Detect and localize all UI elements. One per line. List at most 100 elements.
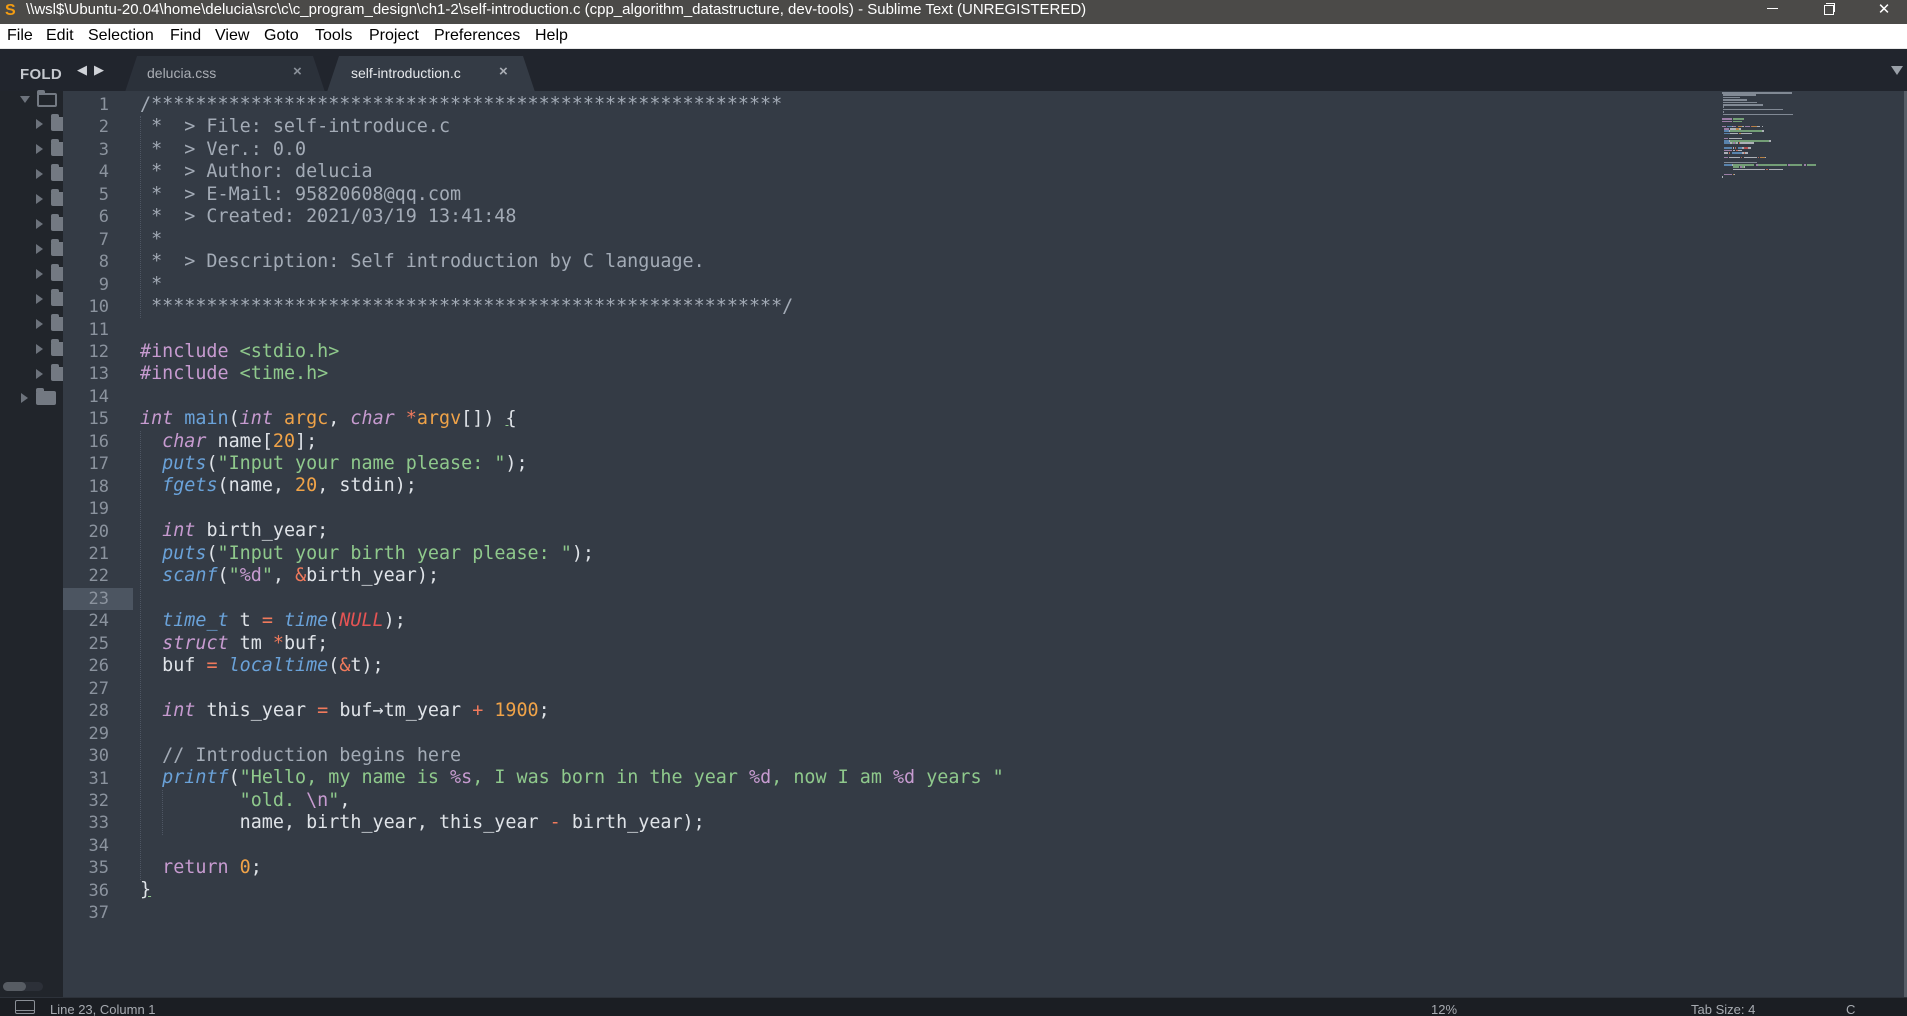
menu-file[interactable]: File [7,27,33,45]
nav-back-icon[interactable]: ◀ [77,62,87,78]
collapse-arrow-icon[interactable] [36,269,43,279]
code-token: time_t [162,610,229,632]
menu-find[interactable]: Find [170,27,201,45]
collapse-arrow-icon[interactable] [36,294,43,304]
line-number: 15 [88,409,109,430]
minimize-button[interactable] [1749,0,1795,24]
code-line: int main(int argc, char *argv[]) { [140,408,1004,430]
minimap-mark [1740,142,1755,144]
code-token: <stdio.h> [239,340,340,362]
minimap-mark [1732,164,1755,166]
code-line: return 0; [140,857,1004,879]
minimap[interactable] [1722,92,1842,182]
minimap-mark [1736,142,1738,144]
tab-delucia-css[interactable]: delucia.css × [125,56,325,92]
code-token: 1900 [494,699,539,721]
line-number: 28 [88,701,109,722]
code-line: * > Author: delucia [140,161,1004,183]
line-number: 23 [88,588,109,609]
minimap-mark [1732,147,1734,149]
tab-size[interactable]: Tab Size: 4 [1691,1002,1755,1016]
line-number: 22 [88,566,109,587]
menu-selection[interactable]: Selection [88,27,154,45]
collapse-arrow-icon[interactable] [36,169,43,179]
line-number: 31 [88,768,109,789]
collapse-arrow-icon[interactable] [36,344,43,354]
menu-goto[interactable]: Goto [264,27,299,45]
close-window-button[interactable]: ✕ [1861,0,1907,24]
expand-arrow-icon[interactable] [20,96,30,103]
menu-project[interactable]: Project [369,27,419,45]
syntax-mode[interactable]: C [1846,1002,1855,1016]
minimap-mark [1790,164,1803,166]
menu-edit[interactable]: Edit [46,27,74,45]
tab-list-dropdown-icon[interactable] [1891,66,1903,75]
code-token: int [162,520,196,542]
line-number: 19 [88,499,109,520]
code-line: puts("Input your name please: "); [140,453,1004,475]
tab-close-icon[interactable]: × [499,63,508,80]
code-token: struct [162,632,229,654]
menu-help[interactable]: Help [535,27,568,45]
code-view[interactable]: /***************************************… [140,94,1004,924]
code-token: - [549,812,561,833]
line-number: 16 [88,431,109,452]
code-token: %d [239,565,262,587]
code-token: argc [283,408,329,430]
code-token: + [472,699,484,721]
collapse-arrow-icon[interactable] [36,319,43,329]
collapse-arrow-icon[interactable] [36,244,43,254]
maximize-button[interactable] [1806,0,1852,24]
minimap-mark [1741,156,1743,159]
minimap-mark [1748,147,1751,149]
tab-self-introduction-c[interactable]: self-introduction.c × [327,56,535,92]
code-token: "Input your birth year please: " [217,542,572,564]
folder-icon[interactable] [36,388,56,405]
code-token: argv [416,408,462,430]
menu-view[interactable]: View [215,27,249,45]
collapse-arrow-icon[interactable] [36,144,43,154]
nav-forward-icon[interactable]: ▶ [94,62,104,78]
code-line: struct tm *buf; [140,633,1004,655]
collapse-arrow-icon[interactable] [36,219,43,229]
minimap-mark [1723,94,1756,96]
panel-toggle-icon[interactable] [15,1000,35,1014]
code-token: time [283,610,329,632]
line-number: 13 [88,364,109,385]
cursor-position[interactable]: Line 23, Column 1 [50,1002,156,1016]
code-token: " [261,565,273,587]
folder-open-icon[interactable] [37,90,57,107]
line-number: 35 [88,858,109,879]
code-token: NULL [339,610,384,632]
minimap-mark [1732,149,1736,152]
collapse-arrow-icon[interactable] [36,369,43,379]
menu-preferences[interactable]: Preferences [434,27,520,45]
code-token: , [272,565,296,587]
menu-tools[interactable]: Tools [315,27,352,45]
minimap-mark [1730,130,1762,132]
collapse-arrow-icon[interactable] [36,194,43,204]
tab-label: delucia.css [147,65,217,81]
tab-close-icon[interactable]: × [293,63,302,80]
sidebar-horizontal-scrollbar[interactable] [3,982,43,991]
code-token: * [405,408,417,430]
code-token: %s [450,767,473,789]
code-token: ); [505,453,528,474]
collapse-arrow-icon[interactable] [36,119,43,129]
line-number: 4 [98,162,109,183]
code-token: { [505,408,517,430]
minimap-mark [1742,125,1744,128]
code-token: ( [228,408,240,430]
minimap-mark [1723,104,1763,106]
collapse-arrow-icon[interactable] [21,393,28,403]
code-token: %d [749,767,772,789]
code-token: & [295,565,307,587]
scrollbar-thumb[interactable] [3,982,26,991]
minimap-mark [1722,176,1724,178]
